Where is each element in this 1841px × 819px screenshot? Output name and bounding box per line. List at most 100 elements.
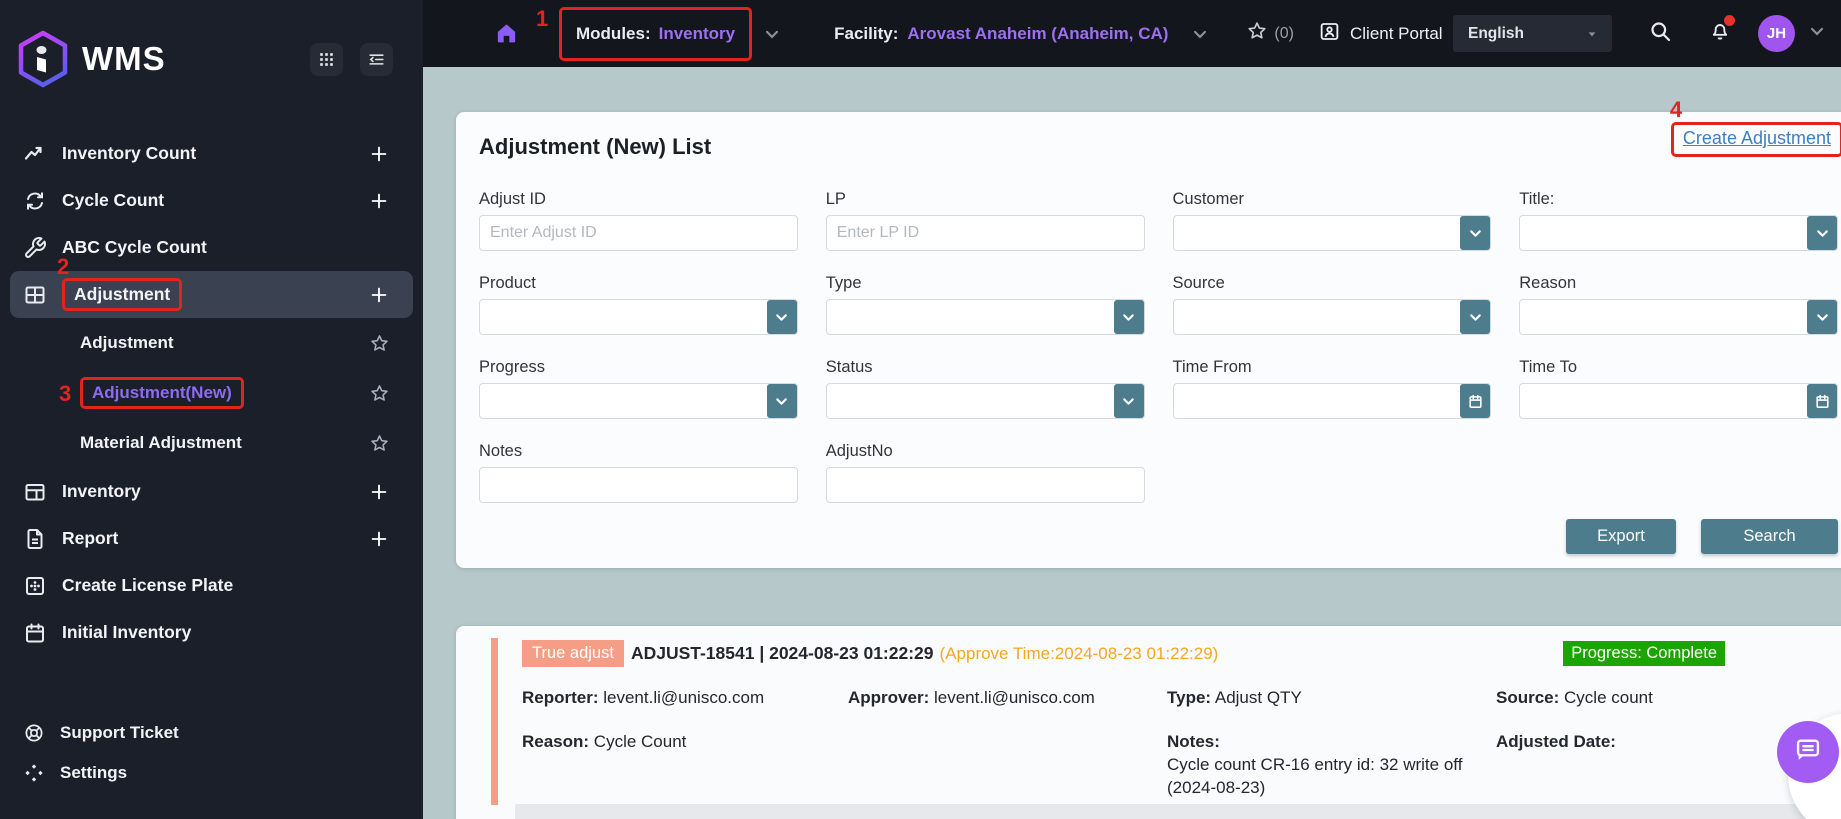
add-icon[interactable] bbox=[368, 284, 390, 306]
filter-field-adjust-id: Adjust ID bbox=[479, 190, 798, 251]
export-button[interactable]: Export bbox=[1566, 519, 1676, 554]
apps-grid-button[interactable] bbox=[310, 42, 343, 76]
sidebar-item-inventory-count[interactable]: Inventory Count bbox=[10, 130, 413, 177]
add-icon[interactable] bbox=[368, 190, 390, 212]
adjust-id-input[interactable] bbox=[479, 215, 798, 251]
search-icon[interactable] bbox=[1648, 19, 1672, 48]
result-field-approver: Approver: levent.li@unisco.com bbox=[848, 686, 1167, 709]
result-field-value: Cycle Count bbox=[589, 732, 687, 751]
sync-icon bbox=[23, 189, 47, 213]
sidebar-item-settings[interactable]: Settings bbox=[10, 753, 413, 793]
progress-input[interactable] bbox=[480, 384, 797, 418]
type-select[interactable] bbox=[825, 299, 1145, 335]
notes-input[interactable] bbox=[480, 468, 797, 502]
sidebar-item-support-ticket[interactable]: Support Ticket bbox=[10, 713, 413, 753]
time-from-date-input[interactable] bbox=[1172, 383, 1492, 419]
reason-input[interactable] bbox=[1520, 300, 1837, 334]
adjustno-input[interactable] bbox=[826, 468, 1144, 502]
client-portal-button[interactable]: Client Portal bbox=[1318, 20, 1443, 48]
dropdown-chevron-button[interactable] bbox=[1113, 300, 1144, 334]
customer-select[interactable] bbox=[1172, 215, 1492, 251]
topbar: 1 Modules: Inventory Facility: Arovast A… bbox=[423, 0, 1841, 67]
result-fields-row2: Reason: Cycle Count Notes: Cycle count CR… bbox=[522, 730, 1841, 799]
time-from-input[interactable] bbox=[1173, 384, 1491, 418]
status-input[interactable] bbox=[826, 384, 1144, 418]
notes-input[interactable] bbox=[479, 467, 798, 503]
result-card: True adjust ADJUST-18541 | 2024-08-23 01… bbox=[456, 626, 1841, 819]
favorite-star-icon[interactable] bbox=[369, 333, 390, 354]
home-icon[interactable] bbox=[494, 21, 519, 46]
dropdown-chevron-button[interactable] bbox=[1460, 300, 1491, 334]
sidebar-item-label: Support Ticket bbox=[60, 723, 179, 742]
calendar-picker-button[interactable] bbox=[1807, 384, 1837, 418]
sidebar-item-inventory[interactable]: Inventory bbox=[10, 468, 413, 515]
favorite-star-icon[interactable] bbox=[369, 383, 390, 404]
sidebar-item-adjustment-new[interactable]: Adjustment(New) 3 bbox=[10, 368, 413, 418]
product-input[interactable] bbox=[480, 300, 797, 334]
sidebar-item-material-adjustment[interactable]: Material Adjustment bbox=[10, 418, 413, 468]
dropdown-chevron-button[interactable] bbox=[1807, 216, 1837, 250]
chat-fab-button[interactable] bbox=[1777, 721, 1839, 783]
calendar-picker-button[interactable] bbox=[1460, 384, 1491, 418]
sidebar-footer: Support Ticket Settings bbox=[10, 713, 413, 793]
type-input[interactable] bbox=[826, 300, 1144, 334]
create-adjustment-link[interactable]: Create Adjustment bbox=[1683, 128, 1831, 148]
calendar-icon bbox=[23, 621, 47, 645]
facility-label: Facility: bbox=[834, 23, 899, 43]
filter-field-customer: Customer bbox=[1172, 190, 1492, 251]
sidebar-item-abc-cycle-count[interactable]: ABC Cycle Count bbox=[10, 224, 413, 271]
sidebar-item-adjustment[interactable]: Adjustment 2 bbox=[10, 254, 413, 318]
customer-input[interactable] bbox=[1173, 216, 1491, 250]
annotation-number-2: 2 bbox=[57, 254, 70, 279]
sidebar-item-cycle-count[interactable]: Cycle Count bbox=[10, 177, 413, 224]
reason-select[interactable] bbox=[1519, 299, 1838, 335]
sidebar-item-label: Report bbox=[62, 528, 119, 548]
product-select[interactable] bbox=[479, 299, 798, 335]
dropdown-chevron-button[interactable] bbox=[1113, 384, 1144, 418]
title-input[interactable] bbox=[1520, 216, 1837, 250]
user-avatar[interactable]: JH bbox=[1758, 15, 1795, 52]
filter-field-adjustno: AdjustNo bbox=[825, 442, 1145, 503]
source-input[interactable] bbox=[1173, 300, 1491, 334]
add-icon[interactable] bbox=[368, 143, 390, 165]
favorites-star-icon[interactable] bbox=[1246, 20, 1268, 47]
search-button[interactable]: Search bbox=[1701, 519, 1838, 554]
time-to-date-input[interactable] bbox=[1519, 383, 1838, 419]
doc-icon bbox=[23, 527, 47, 551]
dropdown-chevron-button[interactable] bbox=[1807, 300, 1837, 334]
facility-chevron-down-icon[interactable] bbox=[1190, 24, 1210, 44]
status-select[interactable] bbox=[825, 383, 1145, 419]
sidebar-item-label: Cycle Count bbox=[62, 190, 165, 210]
progress-select[interactable] bbox=[479, 383, 798, 419]
adjust-id-input[interactable] bbox=[480, 216, 797, 250]
sidebar-item-initial-inventory[interactable]: Initial Inventory bbox=[10, 609, 413, 656]
dropdown-chevron-button[interactable] bbox=[766, 384, 797, 418]
dropdown-chevron-button[interactable] bbox=[1460, 216, 1491, 250]
adjustno-input[interactable] bbox=[825, 467, 1145, 503]
lp-input[interactable] bbox=[826, 216, 1144, 250]
adjustment-result-item[interactable]: True adjust ADJUST-18541 | 2024-08-23 01… bbox=[491, 638, 1841, 805]
time-to-input[interactable] bbox=[1520, 384, 1837, 418]
lp-input[interactable] bbox=[825, 215, 1145, 251]
app-title: WMS bbox=[82, 40, 166, 77]
field-label: Adjust ID bbox=[479, 190, 546, 208]
user-menu-chevron-down-icon[interactable] bbox=[1807, 21, 1827, 46]
modules-value[interactable]: Inventory bbox=[659, 24, 736, 44]
source-select[interactable] bbox=[1172, 299, 1492, 335]
title-select[interactable] bbox=[1519, 215, 1838, 251]
collapse-sidebar-icon[interactable] bbox=[360, 42, 393, 76]
modules-chevron-down-icon[interactable] bbox=[762, 24, 782, 44]
notifications-bell-icon[interactable] bbox=[1708, 15, 1735, 48]
favorite-star-icon[interactable] bbox=[369, 433, 390, 454]
facility-value[interactable]: Arovast Anaheim (Anaheim, CA) bbox=[907, 24, 1168, 44]
sidebar-item-create-license-plate[interactable]: Create License Plate bbox=[10, 562, 413, 609]
sidebar-item-adjustment[interactable]: Adjustment bbox=[10, 318, 413, 368]
dropdown-chevron-button[interactable] bbox=[766, 300, 797, 334]
sidebar-menu: Inventory Count Cycle Count ABC Cycle Coun… bbox=[0, 130, 423, 656]
language-select[interactable]: English bbox=[1453, 15, 1612, 52]
add-icon[interactable] bbox=[368, 528, 390, 550]
sidebar-item-report[interactable]: Report bbox=[10, 515, 413, 562]
result-fields-row1: Reporter: levent.li@unisco.com Approver: … bbox=[522, 686, 1841, 709]
add-icon[interactable] bbox=[368, 481, 390, 503]
field-label: Product bbox=[479, 274, 536, 292]
